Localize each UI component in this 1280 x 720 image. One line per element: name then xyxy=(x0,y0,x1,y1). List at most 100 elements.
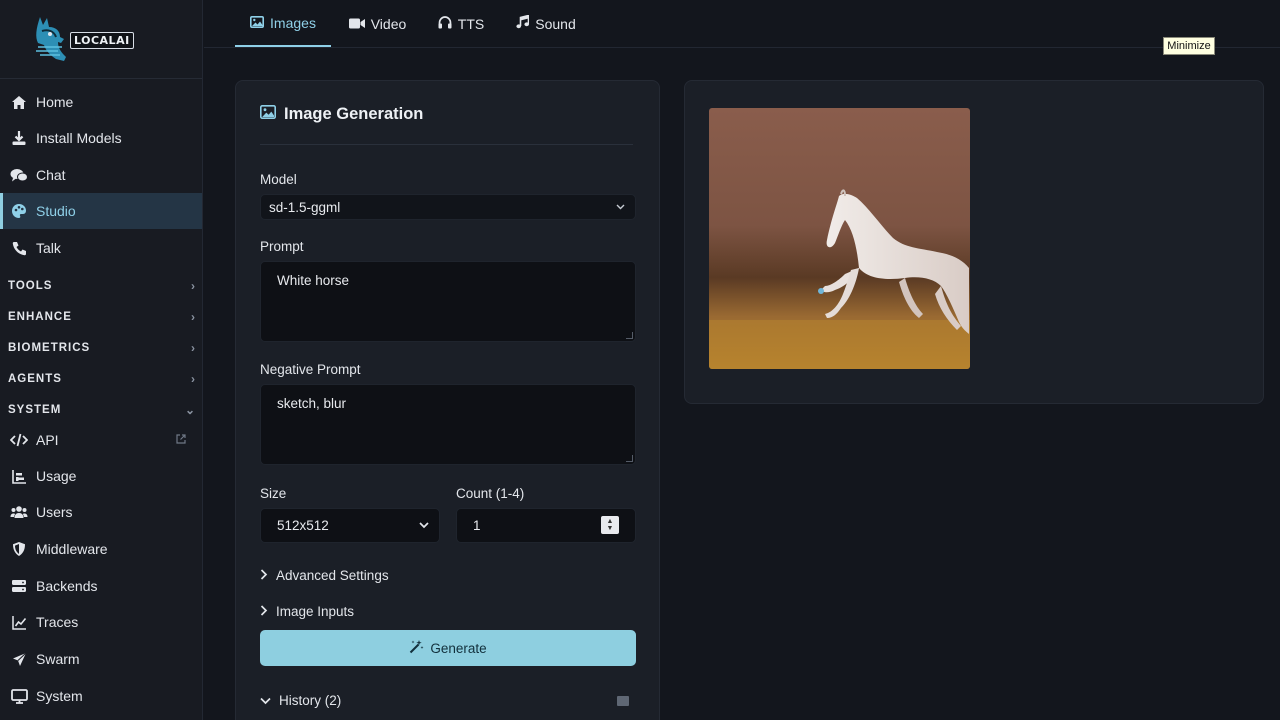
negative-prompt-textarea[interactable]: sketch, blur xyxy=(260,384,636,465)
tab-images[interactable]: Images xyxy=(235,0,331,47)
sidebar-item-home[interactable]: Home xyxy=(0,84,202,120)
phone-icon xyxy=(10,239,28,257)
sidebar-item-chat[interactable]: Chat xyxy=(0,157,202,193)
prompt-textarea[interactable]: White horse xyxy=(260,261,636,342)
home-icon xyxy=(10,93,28,111)
history-toggle[interactable]: History (2) xyxy=(260,693,341,708)
sidebar-item-api[interactable]: API xyxy=(0,422,202,458)
resize-handle[interactable] xyxy=(626,332,633,339)
sidebar-item-label: Talk xyxy=(36,240,61,256)
sidebar-item-traces[interactable]: Traces xyxy=(0,604,202,640)
sidebar-item-users[interactable]: Users xyxy=(0,494,202,530)
negative-prompt-value: sketch, blur xyxy=(277,396,347,411)
prompt-label: Prompt xyxy=(260,239,304,254)
chevron-right-icon: › xyxy=(191,372,196,386)
generated-image[interactable] xyxy=(709,108,970,369)
line-chart-icon xyxy=(10,613,28,631)
chevron-down-icon xyxy=(616,201,625,213)
history-label: History (2) xyxy=(279,693,342,708)
size-select[interactable]: 512x512 xyxy=(260,508,440,543)
chevron-down-icon[interactable]: ▼ xyxy=(607,525,614,532)
llama-logo-icon xyxy=(28,13,72,65)
minimize-tooltip: Minimize xyxy=(1163,37,1215,55)
section-label: SYSTEM xyxy=(8,404,62,416)
tab-label: Video xyxy=(370,15,407,32)
section-tools[interactable]: TOOLS › xyxy=(8,276,196,296)
section-system[interactable]: SYSTEM ⌄ xyxy=(8,400,196,420)
logo[interactable]: LOCALAI xyxy=(0,0,202,79)
server-icon xyxy=(10,577,28,595)
preview-card xyxy=(684,80,1264,404)
generate-label: Generate xyxy=(430,640,487,656)
sidebar-item-install-models[interactable]: Install Models xyxy=(0,120,202,156)
tab-video[interactable]: Video xyxy=(348,0,407,47)
monitor-icon xyxy=(10,687,28,705)
image-inputs-label: Image Inputs xyxy=(276,604,355,619)
logo-text: LOCALAI xyxy=(70,31,134,49)
section-agents[interactable]: AGENTS › xyxy=(8,369,196,389)
download-icon xyxy=(10,129,28,147)
sidebar-item-label: Traces xyxy=(36,614,79,630)
sidebar-item-label: Usage xyxy=(36,468,77,484)
model-label: Model xyxy=(260,172,297,187)
chevron-up-icon[interactable]: ▲ xyxy=(607,518,614,525)
section-label: TOOLS xyxy=(8,280,53,292)
studio-tabs: Images Video TTS Sound xyxy=(204,0,1280,48)
count-input[interactable]: 1 ▲ ▼ xyxy=(456,508,636,543)
tab-sound[interactable]: Sound xyxy=(516,0,576,47)
bar-chart-icon xyxy=(10,467,28,485)
sidebar-item-label: Chat xyxy=(36,167,66,183)
count-stepper[interactable]: ▲ ▼ xyxy=(601,516,619,534)
card-title-text: Image Generation xyxy=(284,105,424,123)
tab-label: Images xyxy=(270,14,316,31)
sidebar-item-middleware[interactable]: Middleware xyxy=(0,531,202,567)
count-value: 1 xyxy=(473,518,481,533)
sidebar-item-backends[interactable]: Backends xyxy=(0,568,202,604)
model-select[interactable]: sd-1.5-ggml xyxy=(260,194,636,220)
headphones-icon xyxy=(438,15,452,32)
section-enhance[interactable]: ENHANCE › xyxy=(8,307,196,327)
code-icon xyxy=(10,431,28,449)
image-icon xyxy=(260,105,276,124)
section-label: AGENTS xyxy=(8,373,62,385)
tab-label: Sound xyxy=(535,15,576,32)
external-link-icon xyxy=(176,433,186,447)
chevron-down-icon xyxy=(260,693,271,708)
image-generation-card: Image Generation Model sd-1.5-ggml Promp… xyxy=(235,80,660,720)
clear-history-icon[interactable] xyxy=(617,696,629,706)
image-icon xyxy=(250,15,265,31)
advanced-settings-toggle[interactable]: Advanced Settings xyxy=(260,568,389,583)
negative-prompt-label: Negative Prompt xyxy=(260,362,361,377)
sidebar-item-label: Swarm xyxy=(36,651,80,667)
chevron-right-icon: › xyxy=(191,279,196,293)
model-select-value: sd-1.5-ggml xyxy=(269,199,341,215)
section-label: ENHANCE xyxy=(8,311,72,323)
sidebar-item-label: Studio xyxy=(36,203,76,219)
chat-icon xyxy=(10,166,28,184)
sidebar-item-studio[interactable]: Studio xyxy=(0,193,202,229)
image-inputs-toggle[interactable]: Image Inputs xyxy=(260,604,354,619)
sidebar-item-swarm[interactable]: Swarm xyxy=(0,641,202,677)
generate-button[interactable]: Generate xyxy=(260,630,636,666)
sidebar-item-system[interactable]: System xyxy=(0,678,202,714)
tab-label: TTS xyxy=(457,15,485,32)
sidebar-item-label: Users xyxy=(36,504,73,520)
video-icon xyxy=(348,16,365,32)
tab-tts[interactable]: TTS xyxy=(438,0,485,47)
palette-icon xyxy=(10,202,28,220)
size-select-value: 512x512 xyxy=(277,518,329,533)
divider xyxy=(260,144,633,145)
music-icon xyxy=(516,14,530,32)
sidebar-item-label: API xyxy=(36,432,59,448)
sidebar-item-usage[interactable]: Usage xyxy=(0,458,202,494)
size-label: Size xyxy=(260,486,287,501)
sidebar-item-talk[interactable]: Talk xyxy=(0,230,202,266)
magic-wand-icon xyxy=(409,639,424,657)
prompt-value: White horse xyxy=(277,273,350,288)
resize-handle[interactable] xyxy=(626,455,633,462)
section-biometrics[interactable]: BIOMETRICS › xyxy=(8,338,196,358)
advanced-settings-label: Advanced Settings xyxy=(276,568,389,583)
chevron-right-icon xyxy=(260,568,268,583)
count-label: Count (1-4) xyxy=(456,486,525,501)
sidebar-item-label: System xyxy=(36,688,83,704)
